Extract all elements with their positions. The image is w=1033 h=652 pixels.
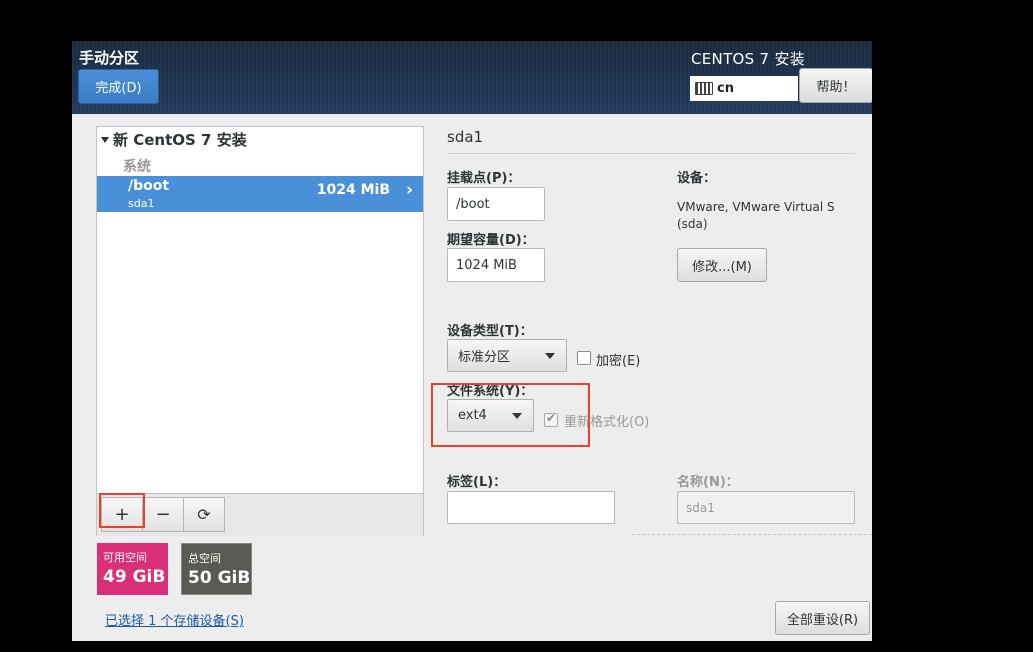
reset-all-button[interactable]: 全部重设(R) — [775, 601, 870, 635]
total-space-box: 总空间 50 GiB — [181, 543, 252, 595]
storage-devices-link[interactable]: 已选择 1 个存储设备(S) — [105, 610, 244, 629]
partition-toolbar: + − ⟳ — [97, 493, 423, 536]
device-description: VMware, VMware Virtual S — [677, 200, 835, 214]
partition-row-boot[interactable]: /boot sda1 1024 MiB › — [97, 176, 423, 212]
modify-button[interactable]: 修改...(M) — [677, 248, 767, 282]
mount-point-label: 挂载点(P)： — [447, 171, 521, 186]
tag-label: 标签(L)： — [447, 475, 507, 490]
mount-point-field[interactable]: /boot — [447, 187, 545, 221]
tag-field[interactable] — [447, 491, 615, 524]
total-space-label: 总空间 — [188, 552, 221, 565]
available-space-value: 49 GiB — [103, 567, 166, 587]
available-space-box: 可用空间 49 GiB — [97, 543, 168, 595]
device-id: (sda) — [677, 217, 708, 231]
page-title: 手动分区 — [79, 49, 140, 67]
device-type-dropdown[interactable]: 标准分区 — [447, 339, 567, 372]
remove-partition-button[interactable]: − — [142, 497, 184, 532]
install-group-header[interactable]: 新 CentOS 7 安装 — [101, 129, 247, 150]
installer-window: 手动分区 完成(D) CENTOS 7 安装 cn 帮助！ 新 CentOS 7… — [72, 41, 872, 641]
total-space-value: 50 GiB — [188, 568, 251, 588]
system-section-label: 系统 — [123, 159, 151, 175]
keyboard-icon — [695, 82, 713, 95]
encrypt-checkbox[interactable] — [577, 351, 591, 365]
capacity-field[interactable]: 1024 MiB — [447, 248, 545, 282]
device-type-label: 设备类型(T)： — [447, 324, 533, 339]
partition-list-panel: 新 CentOS 7 安装 系统 /boot sda1 1024 MiB › +… — [96, 126, 424, 536]
chevron-right-icon: › — [405, 180, 413, 200]
chevron-down-icon — [545, 353, 555, 359]
name-field: sda1 — [677, 491, 855, 524]
name-label: 名称(N)： — [677, 475, 739, 490]
device-type-value: 标准分区 — [458, 350, 511, 365]
install-title: CENTOS 7 安装 — [691, 50, 806, 68]
add-button-highlight — [99, 493, 145, 528]
encrypt-label[interactable]: 加密(E) — [596, 350, 640, 369]
device-label: 设备： — [677, 171, 717, 186]
reformat-checkbox — [544, 411, 558, 427]
expand-arrow-icon[interactable] — [101, 136, 109, 143]
partition-size: 1024 MiB — [316, 182, 390, 198]
keyboard-layout-indicator[interactable]: cn — [690, 76, 798, 101]
available-space-label: 可用空间 — [103, 551, 147, 564]
detail-divider — [447, 153, 855, 154]
partition-detail-title: sda1 — [447, 128, 484, 146]
install-group-title: 新 CentOS 7 安装 — [113, 131, 247, 149]
help-button[interactable]: 帮助！ — [799, 68, 872, 103]
partition-mount: /boot — [128, 178, 170, 194]
done-button[interactable]: 完成(D) — [78, 69, 159, 104]
refresh-button[interactable]: ⟳ — [183, 497, 225, 532]
keyboard-layout-label: cn — [717, 81, 734, 96]
section-divider — [632, 534, 872, 535]
reformat-label: 重新格式化(O) — [564, 415, 650, 430]
partition-device: sda1 — [128, 197, 155, 210]
capacity-label: 期望容量(D)： — [447, 233, 535, 248]
